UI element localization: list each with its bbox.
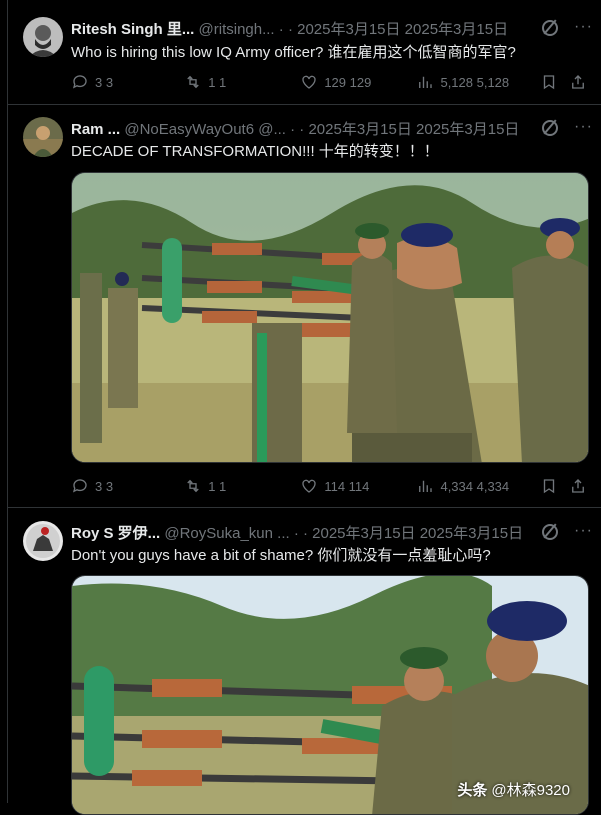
more-options-icon[interactable]: ···	[574, 18, 593, 36]
grok-icon[interactable]	[542, 120, 559, 136]
post-actions: 3 3 1 1 114 114 4,334 4,334	[71, 475, 587, 497]
reply-button[interactable]: 3 3	[71, 73, 184, 91]
post-3[interactable]: Roy S 罗伊... @RoySuka_kun ... · · 2025年3月…	[8, 508, 601, 815]
post-actions: 3 3 1 1 129 129 5,128 5,128	[71, 71, 587, 93]
avatar[interactable]	[23, 117, 63, 157]
views-icon	[419, 76, 433, 88]
post-timestamp[interactable]: · · 2025年3月15日 2025年3月15日	[290, 121, 519, 138]
post-timestamp[interactable]: · · 2025年3月15日 2025年3月15日	[279, 21, 508, 38]
post-text: Don't you guys have a bit of shame? 你们就没…	[71, 547, 491, 564]
views-button[interactable]: 5,128 5,128	[416, 73, 539, 91]
post-2[interactable]: Ram ... @NoEasyWayOut6 @... · · 2025年3月1…	[8, 105, 601, 508]
post-1[interactable]: Ritesh Singh 里... @ritsingh... · · 2025年…	[8, 0, 601, 105]
author-name[interactable]: Roy S 罗伊...	[71, 525, 160, 542]
reply-count: 3 3	[95, 74, 114, 90]
grok-icon[interactable]	[542, 20, 559, 36]
views-button[interactable]: 4,334 4,334	[416, 477, 539, 495]
share-button[interactable]	[569, 477, 587, 495]
reply-icon	[72, 479, 87, 493]
author-handle[interactable]: @ritsingh...	[199, 21, 275, 38]
author-handle[interactable]: @RoySuka_kun ...	[164, 525, 289, 542]
repost-icon	[187, 479, 199, 493]
avatar[interactable]	[23, 17, 63, 57]
like-count: 129 129	[324, 74, 372, 90]
like-button[interactable]: 129 129	[300, 73, 416, 91]
share-icon	[572, 479, 584, 493]
view-count: 5,128 5,128	[440, 74, 510, 90]
header-actions: ···	[542, 18, 593, 36]
horse-rider-avatar-icon	[23, 521, 63, 561]
heart-icon	[302, 75, 317, 89]
reply-count: 3 3	[95, 478, 114, 494]
repost-button[interactable]: 1 1	[184, 477, 300, 495]
watermark: 头条 @林森9320	[457, 779, 570, 800]
more-options-icon[interactable]: ···	[574, 118, 593, 136]
post-image[interactable]	[71, 172, 589, 463]
repost-icon	[187, 75, 199, 89]
post-header: Roy S 罗伊... @RoySuka_kun ... · · 2025年3月…	[71, 522, 593, 542]
soldiers-rifle-photo	[72, 173, 588, 462]
author-name[interactable]: Ram ...	[71, 121, 120, 138]
views-icon	[419, 480, 433, 492]
author-name[interactable]: Ritesh Singh 里...	[71, 21, 194, 38]
bearded-man-avatar-icon	[23, 17, 63, 57]
like-count: 114 114	[324, 478, 370, 494]
watermark-brand: 头条	[457, 782, 488, 799]
post-header: Ram ... @NoEasyWayOut6 @... · · 2025年3月1…	[71, 118, 593, 138]
bookmark-icon	[543, 75, 554, 90]
grok-icon[interactable]	[542, 524, 559, 540]
reply-icon	[72, 75, 87, 89]
post-text: Who is hiring this low IQ Army officer? …	[71, 44, 516, 61]
reply-button[interactable]: 3 3	[71, 477, 184, 495]
post-header: Ritesh Singh 里... @ritsingh... · · 2025年…	[71, 18, 593, 38]
share-button[interactable]	[569, 73, 587, 91]
share-icon	[572, 75, 584, 89]
avatar[interactable]	[23, 521, 63, 561]
post-image[interactable]: 头条 @林森9320	[71, 575, 589, 815]
bookmark-button[interactable]	[540, 477, 570, 495]
bookmark-button[interactable]	[540, 73, 570, 91]
repost-button[interactable]: 1 1	[184, 73, 300, 91]
watermark-user: @林森9320	[491, 782, 570, 799]
post-timestamp[interactable]: · · 2025年3月15日 2025年3月15日	[294, 525, 523, 542]
view-count: 4,334 4,334	[440, 478, 510, 494]
repost-count: 1 1	[208, 478, 227, 494]
header-actions: ···	[542, 118, 593, 136]
like-button[interactable]: 114 114	[300, 477, 416, 495]
more-options-icon[interactable]: ···	[574, 522, 593, 540]
author-handle[interactable]: @NoEasyWayOut6 @...	[124, 121, 286, 138]
soldier-avatar-icon	[23, 117, 63, 157]
header-actions: ···	[542, 522, 593, 540]
bookmark-icon	[543, 479, 554, 494]
repost-count: 1 1	[208, 74, 227, 90]
post-text: DECADE OF TRANSFORMATION!!! 十年的转变！！！	[71, 143, 439, 160]
heart-icon	[302, 479, 317, 493]
